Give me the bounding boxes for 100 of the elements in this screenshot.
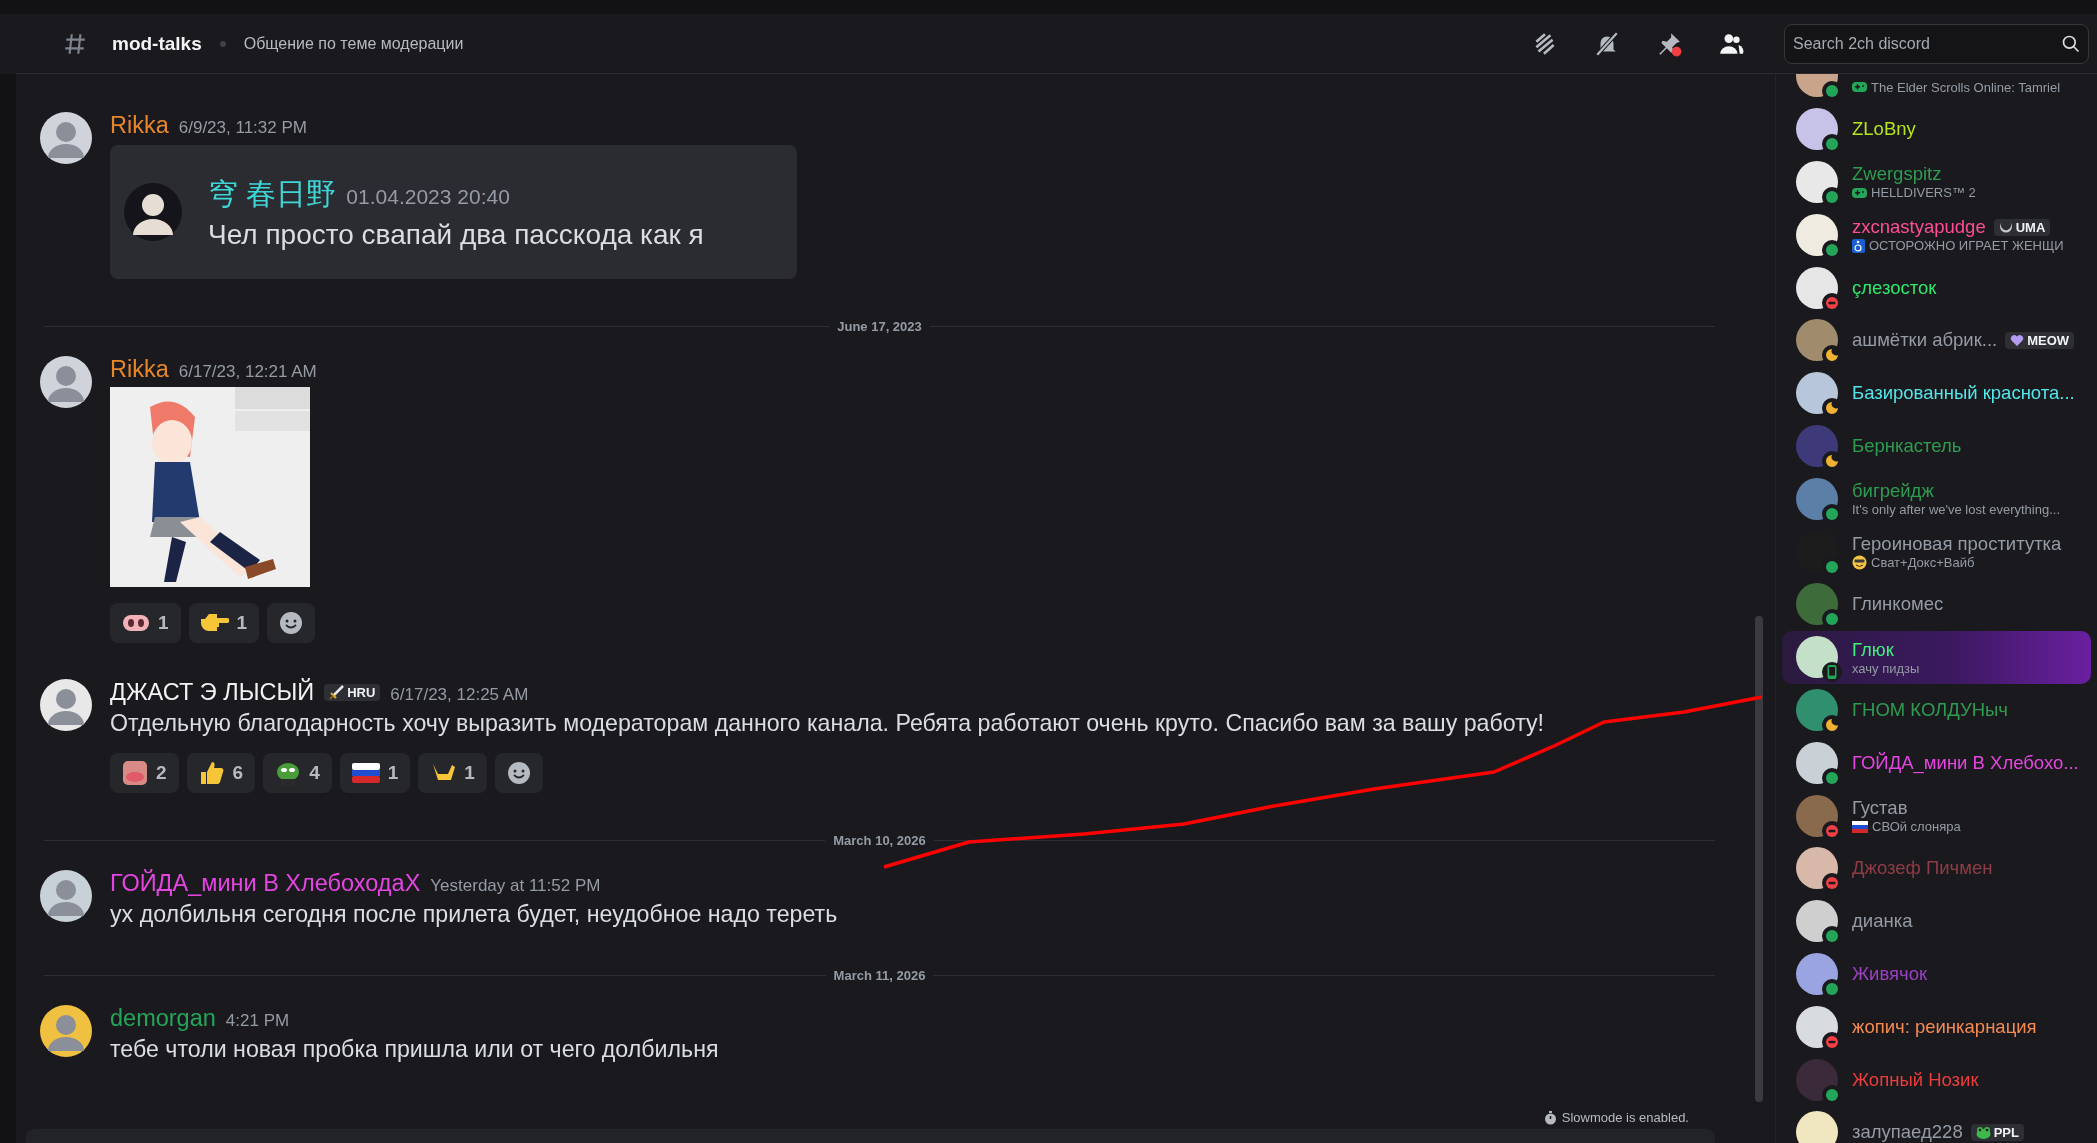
member-activity: HELLDIVERS™ 2 (1871, 185, 1976, 201)
search-field[interactable]: Search 2ch discord (1784, 23, 2089, 64)
channel-topic: Общение по теме модерации (243, 34, 465, 53)
reaction-button[interactable]: 6 (186, 753, 256, 793)
member-name[interactable]: Базированный краснота... (1852, 382, 2075, 405)
username[interactable]: demorgan (110, 1005, 216, 1032)
member-name[interactable]: залупаед228 (1852, 1121, 1963, 1143)
search-icon (2061, 33, 2081, 54)
timestamp: 4:21 PM (225, 1011, 290, 1031)
reaction-button[interactable]: 1 (418, 753, 487, 793)
avatar[interactable] (1796, 319, 1838, 362)
embed-text: Чел просто свапай два пасскода как я (208, 218, 704, 251)
timestamp: 6/17/23, 12:21 AM (178, 362, 317, 382)
avatar[interactable] (1796, 1111, 1838, 1143)
date-divider: March 10, 2026 (833, 833, 926, 848)
reaction-button[interactable]: 4 (263, 753, 332, 793)
username[interactable]: Rikka (110, 112, 169, 139)
member-name[interactable]: Глинкомес (1852, 593, 1944, 616)
member-name[interactable]: жопич: реинкарнация (1852, 1015, 2037, 1038)
avatar (124, 183, 182, 241)
member-name[interactable]: Жопный Нозик (1852, 1068, 1979, 1091)
avatar[interactable] (40, 870, 92, 922)
scrollbar[interactable] (1755, 616, 1763, 1102)
member-name[interactable]: çлезосток (1852, 276, 1937, 299)
member-activity: The Elder Scrolls Online: Tamriel (1871, 79, 2061, 95)
member-nameplate[interactable]: Глюк хачу пидзы (1782, 630, 2091, 684)
member-activity: хачу пидзы (1852, 660, 1920, 676)
avatar[interactable] (40, 679, 92, 731)
avatar[interactable] (40, 1005, 92, 1057)
member-name[interactable]: дианка (1852, 910, 1913, 933)
member-name[interactable]: ГОЙДА_мини В Хлебохо... (1852, 751, 2079, 774)
message-text: тебе чтоли новая пробка пришла или от чего долбильня (110, 1036, 719, 1063)
server-tag: PPL (1970, 1123, 2024, 1141)
member-name[interactable]: Густав (1852, 797, 1908, 820)
member-name[interactable]: Глюк (1852, 638, 1894, 661)
avatar[interactable] (1796, 688, 1838, 731)
reaction-button[interactable]: 1 (110, 603, 181, 643)
avatar[interactable] (1796, 424, 1838, 467)
avatar[interactable] (1796, 213, 1838, 256)
avatar[interactable] (1796, 1005, 1838, 1048)
username[interactable]: ГОЙДА_мини В ХлебоходаХ (110, 870, 421, 897)
member-name[interactable]: Живячок (1852, 962, 1928, 985)
avatar[interactable] (1796, 847, 1838, 890)
avatar[interactable] (1796, 266, 1838, 309)
smiley-icon (1852, 555, 1867, 571)
embed-author: 穹 春日野 (208, 175, 337, 212)
timestamp: 01.04.2023 20:40 (346, 184, 510, 209)
avatar[interactable] (1796, 900, 1838, 943)
slowmode-notice: Slowmode is enabled. (1561, 1110, 1689, 1125)
face-icon (122, 760, 148, 786)
timestamp: Yesterday at 11:52 PM (430, 876, 601, 896)
avatar[interactable] (1796, 108, 1838, 151)
member-name[interactable]: zxcnastyapudge (1852, 216, 1986, 239)
avatar[interactable] (1796, 161, 1838, 203)
pointing-hand-icon (200, 613, 229, 633)
timestamp: 6/9/23, 11:32 PM (178, 118, 307, 138)
member-activity: СВОй слоняра (1872, 819, 1961, 835)
member-activity: ОСТОРОЖНО ИГРАЕТ ЖЕНЩИ (1869, 238, 2064, 254)
server-tag: MEOW (2005, 331, 2075, 349)
channel-name: mod-talks (112, 32, 202, 55)
reaction-button[interactable]: 1 (339, 753, 411, 793)
reaction-button[interactable]: 1 (188, 603, 260, 643)
avatar[interactable] (1796, 372, 1838, 415)
avatar[interactable] (1796, 741, 1838, 784)
timestamp: 6/17/23, 12:25 AM (390, 685, 529, 705)
member-name[interactable]: ашмётки абрик... (1852, 329, 1998, 352)
avatar[interactable] (40, 356, 92, 408)
muted-bell-icon[interactable] (1594, 30, 1620, 57)
gamepad-icon (1852, 81, 1867, 94)
gamepad-icon (1852, 187, 1867, 199)
member-name[interactable]: Zwergspitz (1852, 163, 1942, 186)
member-name[interactable]: Бернкастель (1852, 434, 1962, 457)
member-activity: It's only after we've lost everything... (1852, 502, 2060, 518)
sword-icon (329, 685, 345, 700)
reaction-button[interactable]: 2 (110, 753, 179, 793)
add-reaction-icon (279, 611, 304, 635)
username[interactable]: ДЖАСТ Э ЛЫСЫЙ (110, 679, 315, 706)
date-divider: June 17, 2023 (837, 319, 922, 334)
message-text: ух долбильня сегодня после прилета будет, неудобное надо тереть (110, 901, 838, 928)
add-reaction-button[interactable] (494, 753, 543, 793)
wheelchair-icon (1852, 238, 1865, 253)
flag-icon (1852, 820, 1868, 833)
server-tag: HRU (324, 684, 381, 701)
stopwatch-icon (1543, 1110, 1557, 1125)
member-name[interactable]: ZLoBny (1852, 118, 1916, 141)
flag-icon (351, 763, 380, 783)
heart-icon (2010, 333, 2025, 347)
avatar[interactable] (40, 112, 92, 164)
pig-nose-icon (122, 613, 150, 633)
member-name[interactable]: бигрейдж (1852, 480, 1934, 503)
date-divider: March 11, 2026 (833, 968, 926, 983)
add-reaction-icon (506, 761, 531, 785)
frog-icon (1975, 1125, 1991, 1139)
member-activity: Сват+Докс+Вайб (1871, 555, 1975, 571)
server-tag: UMA (1993, 218, 2051, 236)
avatar[interactable] (1796, 952, 1838, 995)
username[interactable]: Rikka (110, 356, 169, 383)
member-name[interactable]: Героиновая проститутка (1852, 533, 2062, 556)
add-reaction-button[interactable] (267, 603, 316, 643)
member-name[interactable]: ГНОМ КОЛДУНыч (1852, 698, 2008, 721)
